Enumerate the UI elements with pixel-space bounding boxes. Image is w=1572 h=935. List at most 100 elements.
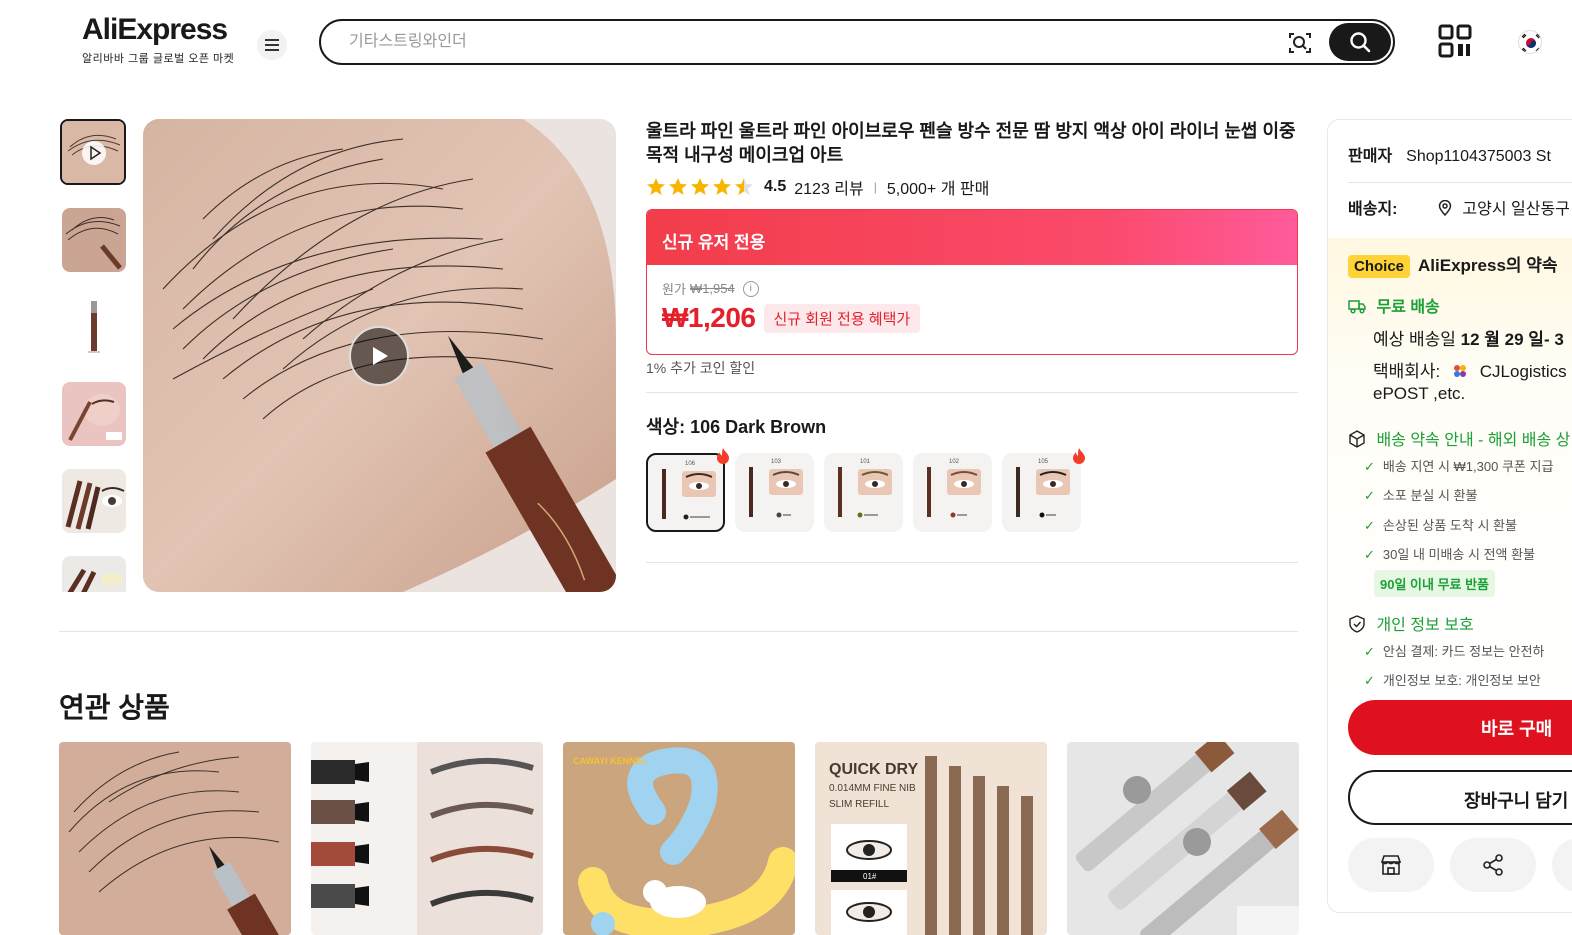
menu-icon [265, 39, 279, 51]
divider [646, 392, 1298, 393]
thumbnail-image[interactable] [62, 208, 126, 272]
coin-discount: 1% 추가 코인 할인 [646, 360, 756, 376]
ship-to-value[interactable]: 고양시 일산동구 [1462, 201, 1570, 218]
rating-row[interactable]: 4.5 2123 리뷰 | 5,000+ 개 판매 [646, 176, 989, 198]
review-count[interactable]: 2123 리뷰 [794, 175, 863, 199]
swatch-103[interactable]: 103 [735, 453, 814, 532]
swatch-101[interactable]: 101 [824, 453, 903, 532]
main-product-image[interactable] [143, 119, 616, 592]
choice-text: AliExpress의 약속 [1418, 256, 1558, 275]
seller-name[interactable]: Shop1104375003 St [1406, 148, 1551, 165]
divider [1348, 182, 1572, 183]
thumbnail-image[interactable] [62, 556, 126, 592]
play-icon [373, 347, 388, 365]
original-price-label: 원가 [662, 282, 686, 297]
swatch-label: 103 [771, 459, 782, 465]
logo-tagline: 알리바바 그룹 글로벌 오픈 마켓 [82, 53, 235, 65]
card-brand-text: CAWAYI KENNEL [573, 756, 648, 766]
delivery-estimate: 예상 배송일 12 월 29 일- 3 [1373, 325, 1564, 350]
search-icon [1350, 32, 1371, 53]
play-video-button[interactable] [349, 326, 409, 386]
original-price: ₩1,954 [689, 281, 735, 296]
separator: | [873, 180, 877, 194]
star-icon [713, 178, 731, 195]
divider [646, 562, 1298, 563]
swatch-102[interactable]: 102 [913, 453, 992, 532]
store-button[interactable] [1348, 838, 1434, 892]
menu-button[interactable] [257, 30, 287, 60]
swatch-105[interactable]: 105 [1002, 453, 1081, 532]
seller-row[interactable]: 판매자 Shop1104375003 St [1348, 142, 1551, 166]
courier-name: CJLogistics [1479, 362, 1567, 381]
related-product-card[interactable]: QUICK DRY 0.014MM FINE NIB SLIM REFILL 0… [815, 742, 1047, 935]
privacy-item: 개인정보 보호: 개인정보 보안 [1380, 670, 1541, 689]
color-swatches: 106 103 101 102 105 [646, 453, 1081, 532]
star-rating [646, 177, 754, 197]
related-products-title: 연관 상품 [59, 692, 170, 723]
new-member-badge: 신규 회원 전용 혜택가 [763, 303, 921, 333]
privacy-row[interactable]: 개인 정보 보호 [1348, 611, 1474, 635]
free-shipping-row: 무료 배송 [1348, 293, 1440, 317]
star-icon [691, 178, 709, 195]
korea-flag-icon[interactable] [1518, 30, 1542, 54]
privacy-title: 개인 정보 보호 [1376, 617, 1474, 634]
promo-header: 신규 유저 전용 [647, 210, 1297, 265]
swatch-label: 101 [860, 459, 871, 465]
related-product-card[interactable] [1067, 742, 1299, 935]
swatch-106[interactable]: 106 [646, 453, 725, 532]
info-icon[interactable]: i [742, 280, 759, 297]
location-icon [1438, 199, 1452, 217]
card-sub1: 0.014MM FINE NIB [829, 783, 916, 794]
swatch-label: 106 [685, 461, 696, 467]
courier-more: ePOST ,etc. [1373, 384, 1466, 403]
purchase-panel: 판매자 Shop1104375003 St 배송지: 고양시 일산동구 Choic… [1327, 119, 1572, 913]
store-icon [1380, 855, 1402, 875]
card-sub2: SLIM REFILL [829, 799, 889, 810]
qr-code-icon[interactable] [1438, 24, 1472, 58]
courier-label: 택배회사: [1373, 362, 1441, 381]
share-icon [1483, 854, 1503, 876]
share-button[interactable] [1450, 838, 1536, 892]
privacy-item: 안심 결제: 카드 정보는 안전하 [1380, 641, 1545, 660]
promise-item: 30일 내 미배송 시 전액 환불 [1380, 544, 1535, 563]
star-half-icon [735, 178, 753, 195]
buy-now-button[interactable]: 바로 구매 [1348, 700, 1572, 755]
delivery-promise-row[interactable]: 배송 약속 안내 - 해외 배송 상 [1348, 426, 1570, 450]
truck-icon [1348, 300, 1366, 314]
search-bar [319, 19, 1395, 65]
related-products-grid: CAWAYI KENNEL QUICK DRY 0.014MM FINE NIB… [59, 742, 1299, 935]
fire-icon [1073, 448, 1085, 464]
card-tag: 01# [863, 872, 877, 881]
delivery-date: 12 월 29 일- 3 [1460, 330, 1564, 349]
aliexpress-logo[interactable]: AliExpress 알리바바 그룹 글로벌 오픈 마켓 [82, 14, 242, 66]
search-button[interactable] [1329, 23, 1391, 61]
sold-count: 5,000+ 개 판매 [886, 181, 990, 198]
fire-icon [717, 448, 729, 464]
related-product-card[interactable] [59, 742, 291, 935]
original-price-row: 원가 ₩1,954 i [662, 279, 759, 298]
box-icon [1349, 430, 1365, 448]
add-to-cart-button[interactable]: 장바구니 담기 [1348, 770, 1572, 825]
camera-search-icon[interactable] [1287, 30, 1313, 56]
thumbnail-image[interactable] [62, 469, 126, 533]
choice-badge: Choice [1348, 255, 1411, 278]
swatch-label: 105 [1038, 459, 1049, 465]
ship-to-row[interactable]: 배송지: 고양시 일산동구 [1348, 195, 1570, 219]
ship-to-label: 배송지: [1348, 201, 1398, 218]
divider [59, 631, 1298, 632]
search-input[interactable] [349, 31, 1249, 53]
thumbnail-image[interactable] [62, 295, 126, 359]
delivery-prefix: 예상 배송일 [1373, 330, 1456, 349]
thumbnail-video[interactable] [60, 119, 126, 185]
free-return-badge: 90일 이내 무료 반품 [1374, 570, 1496, 597]
thumbnail-image[interactable] [62, 382, 126, 446]
star-icon [669, 178, 687, 195]
rating-score: 4.5 [764, 178, 787, 195]
related-product-card[interactable]: CAWAYI KENNEL [563, 742, 795, 935]
wishlist-button[interactable] [1552, 838, 1572, 892]
related-product-card[interactable] [311, 742, 543, 935]
star-icon [647, 178, 665, 195]
promise-item: 배송 지연 시 ₩1,300 쿠폰 지급 [1380, 456, 1554, 475]
shield-icon [1349, 615, 1365, 633]
price-row: ₩1,206 신규 회원 전용 혜택가 [662, 302, 921, 334]
